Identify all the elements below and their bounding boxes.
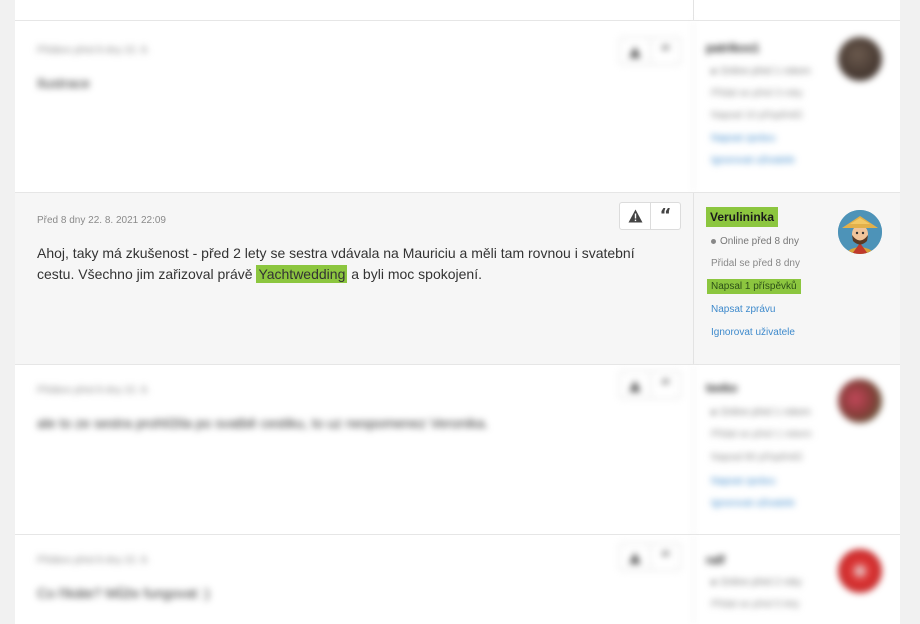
quote-icon: “: [659, 205, 672, 226]
user-name[interactable]: teeko: [706, 381, 737, 395]
report-button[interactable]: ▲: [620, 372, 650, 398]
user-joined: Přidal se před 1 rokem: [711, 429, 812, 440]
avatar[interactable]: [838, 379, 882, 423]
quote-icon: “: [660, 376, 671, 394]
user-post-count: Napsal 10 příspěvků: [711, 110, 803, 121]
user-avatar-illustration: [838, 210, 882, 254]
warning-icon: ▲: [629, 548, 641, 566]
post-actions: “: [619, 202, 681, 230]
post-4: Přidáno před 8 dny 22. 8. Co říkáte? Můž…: [15, 534, 900, 624]
quote-button[interactable]: “: [650, 38, 680, 64]
user-post-count: Napsal 1 příspěvků: [707, 279, 801, 294]
post-actions: ▲ “: [619, 371, 681, 399]
quote-icon: “: [660, 42, 671, 60]
user-name[interactable]: ralf: [706, 553, 725, 567]
user-joined: Přidal se před 3 roky: [711, 88, 803, 99]
post-text: Co říkáte? Může fungovat :): [37, 585, 210, 601]
post-partial-top: [15, 0, 900, 20]
post-1: Přidáno před 8 dny 22. 8. Ilustrace ▲ “ …: [15, 20, 900, 192]
online-dot-icon: [711, 409, 716, 415]
post-date: Přidáno před 8 dny 22. 8.: [37, 555, 150, 566]
report-button[interactable]: ▲: [620, 544, 650, 570]
ignore-user-link[interactable]: Ignorovat uživatele: [711, 327, 795, 338]
user-name[interactable]: Verulininka: [706, 207, 779, 227]
post-3: Přidáno před 8 dny 22. 8. ale to ze sest…: [15, 364, 900, 534]
forum-thread: Přidáno před 8 dny 22. 8. Ilustrace ▲ “ …: [15, 0, 900, 624]
online-dot-icon: [711, 579, 716, 585]
user-status: Online před 8 dny: [711, 236, 799, 247]
user-status: Online před 2 roky: [711, 577, 802, 588]
warning-icon: ▲: [629, 42, 641, 60]
quote-button[interactable]: “: [650, 203, 680, 229]
user-status: Online před 1 rokem: [711, 66, 811, 77]
quote-button[interactable]: “: [650, 544, 680, 570]
post-date: Přidáno před 8 dny 22. 8.: [37, 385, 150, 396]
warning-icon: [628, 209, 642, 223]
user-post-count: Napsal 80 příspěvků: [711, 452, 803, 463]
send-message-link[interactable]: Napsat zprávu: [711, 133, 775, 144]
user-name[interactable]: patrikos1: [706, 41, 759, 55]
quote-button[interactable]: “: [650, 372, 680, 398]
online-dot-icon: [711, 68, 716, 74]
post-date: Před 8 dny 22. 8. 2021 22:09: [37, 215, 166, 226]
post-actions: ▲ “: [619, 543, 681, 571]
post-date: Přidáno před 8 dny 22. 8.: [37, 45, 150, 56]
quote-icon: “: [660, 548, 671, 566]
report-button[interactable]: [620, 203, 650, 229]
avatar[interactable]: [838, 549, 882, 593]
send-message-link[interactable]: Napsat zprávu: [711, 304, 775, 315]
highlighted-brand-name: Yachtwedding: [256, 265, 348, 283]
report-button[interactable]: ▲: [620, 38, 650, 64]
warning-icon: ▲: [629, 376, 641, 394]
avatar[interactable]: [838, 210, 882, 254]
ignore-user-link[interactable]: Ignorovat uživatele: [711, 155, 795, 166]
avatar[interactable]: [838, 37, 882, 81]
ignore-user-link[interactable]: Ignorovat uživatele: [711, 498, 795, 509]
post-text: ale to ze sestra prohlížila po svatbě ce…: [37, 415, 489, 431]
send-message-link[interactable]: Napsat zprávu: [711, 476, 775, 487]
user-status: Online před 1 rokem: [711, 407, 811, 418]
post-text: Ilustrace: [37, 75, 90, 91]
post-text: Ahoj, taky má zkušenost - před 2 lety se…: [37, 245, 635, 283]
user-joined: Přidal se před 8 dny: [711, 258, 800, 269]
post-actions: ▲ “: [619, 37, 681, 65]
online-dot-icon: [711, 238, 716, 244]
post-2: Před 8 dny 22. 8. 2021 22:09 Ahoj, taky …: [15, 192, 900, 364]
user-joined: Přidal se před 5 lety: [711, 599, 800, 610]
